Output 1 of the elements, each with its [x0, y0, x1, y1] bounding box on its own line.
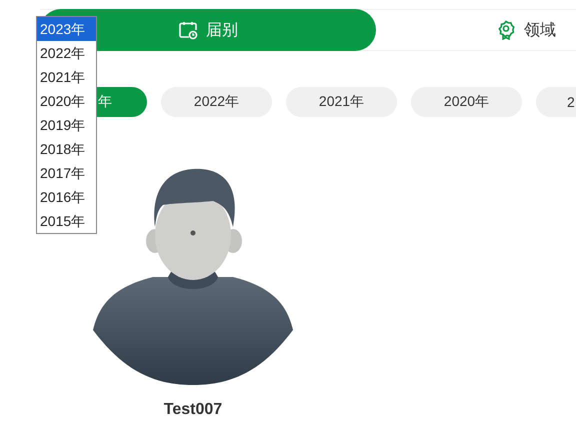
- user-name: Test007: [164, 401, 222, 419]
